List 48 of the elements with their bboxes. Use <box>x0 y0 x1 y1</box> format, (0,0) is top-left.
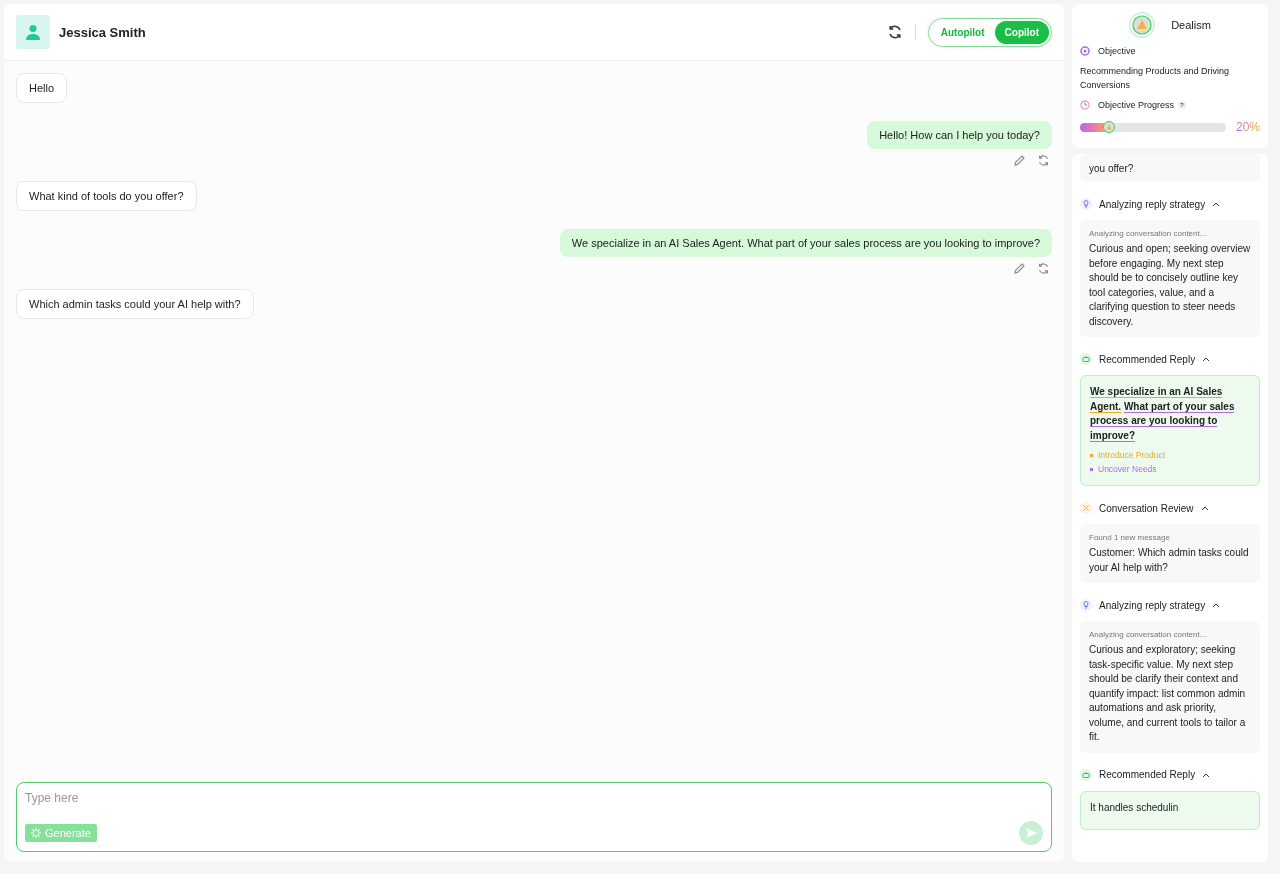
tag-label: Introduce Product <box>1098 449 1166 462</box>
regenerate-icon[interactable] <box>1037 262 1050 275</box>
insight-body: Curious and open; seeking overview before engaging. My next step should be to concisely outline key tool categories, value, and a clarifying question to steer needs discovery. <box>1089 242 1251 329</box>
user-avatar-icon <box>16 15 50 49</box>
section-title: Analyzing reply strategy <box>1099 198 1206 210</box>
agent-message: We specialize in an AI Sales Agent. What part of your sales process are you looking to improve? <box>559 229 1052 257</box>
section-title: Analyzing reply strategy <box>1099 599 1206 611</box>
reply-text[interactable]: We specialize in an AI Sales Agent. What part of your sales process are you looking to improve? <box>1090 385 1250 443</box>
edit-icon[interactable] <box>1013 262 1026 275</box>
progress-reading: 20% <box>1235 120 1260 134</box>
message-input[interactable]: Type here <box>25 791 1043 805</box>
review-icon <box>1080 502 1092 514</box>
objective-text: Recommending Products and Driving Conversions <box>1080 65 1231 92</box>
status-text: Found 1 new message <box>1089 533 1171 542</box>
status-text: Analyzing conversation content... <box>1089 229 1208 238</box>
collapse-icon[interactable] <box>1202 356 1211 362</box>
customer-message: Hello <box>16 73 68 103</box>
robot-icon <box>1080 353 1092 365</box>
section-title: Conversation Review <box>1099 502 1194 514</box>
target-icon <box>1080 46 1090 56</box>
robot-icon <box>1080 768 1092 781</box>
refresh-icon[interactable] <box>886 24 903 40</box>
regenerate-icon[interactable] <box>1037 154 1050 167</box>
agent-message: Hello! How can I help you today? <box>867 121 1052 149</box>
insight-body: Customer: Which admin tasks could your AI help with? <box>1089 546 1250 575</box>
agent-avatar-icon <box>1129 12 1156 38</box>
section-title: Recommended Reply <box>1099 769 1196 780</box>
customer-message: Which admin tasks could your AI help with? <box>16 289 254 319</box>
collapse-icon[interactable] <box>1200 505 1209 511</box>
sparkle-icon <box>31 828 41 838</box>
collapse-icon[interactable] <box>1212 602 1221 608</box>
collapse-icon[interactable] <box>1202 771 1211 778</box>
insight-body: Curious and exploratory; seeking task-specific value. My next step should be clarify their context and quantify impact: list common admin automations and ask priority, volume, and current tools to tailor a fit. <box>1089 643 1247 744</box>
lightbulb-icon <box>1080 198 1092 210</box>
agent-name: Dealism <box>1171 19 1211 31</box>
objective-label: Objective <box>1098 46 1136 56</box>
collapse-icon[interactable] <box>1212 201 1221 207</box>
lightbulb-icon <box>1080 599 1092 611</box>
contact-name: Jessica Smith <box>59 24 146 40</box>
reply-text[interactable]: It handles schedulin <box>1090 800 1250 815</box>
progress-label: Objective Progress <box>1098 100 1175 110</box>
section-title: Recommended Reply <box>1099 353 1196 365</box>
tag-label: Uncover Needs <box>1098 463 1157 476</box>
customer-message: What kind of tools do you offer? <box>16 181 197 211</box>
progress-icon <box>1080 100 1090 110</box>
status-text: Analyzing conversation content... <box>1089 630 1208 639</box>
insight-body: you offer? <box>1080 154 1260 182</box>
edit-icon[interactable] <box>1013 154 1026 167</box>
